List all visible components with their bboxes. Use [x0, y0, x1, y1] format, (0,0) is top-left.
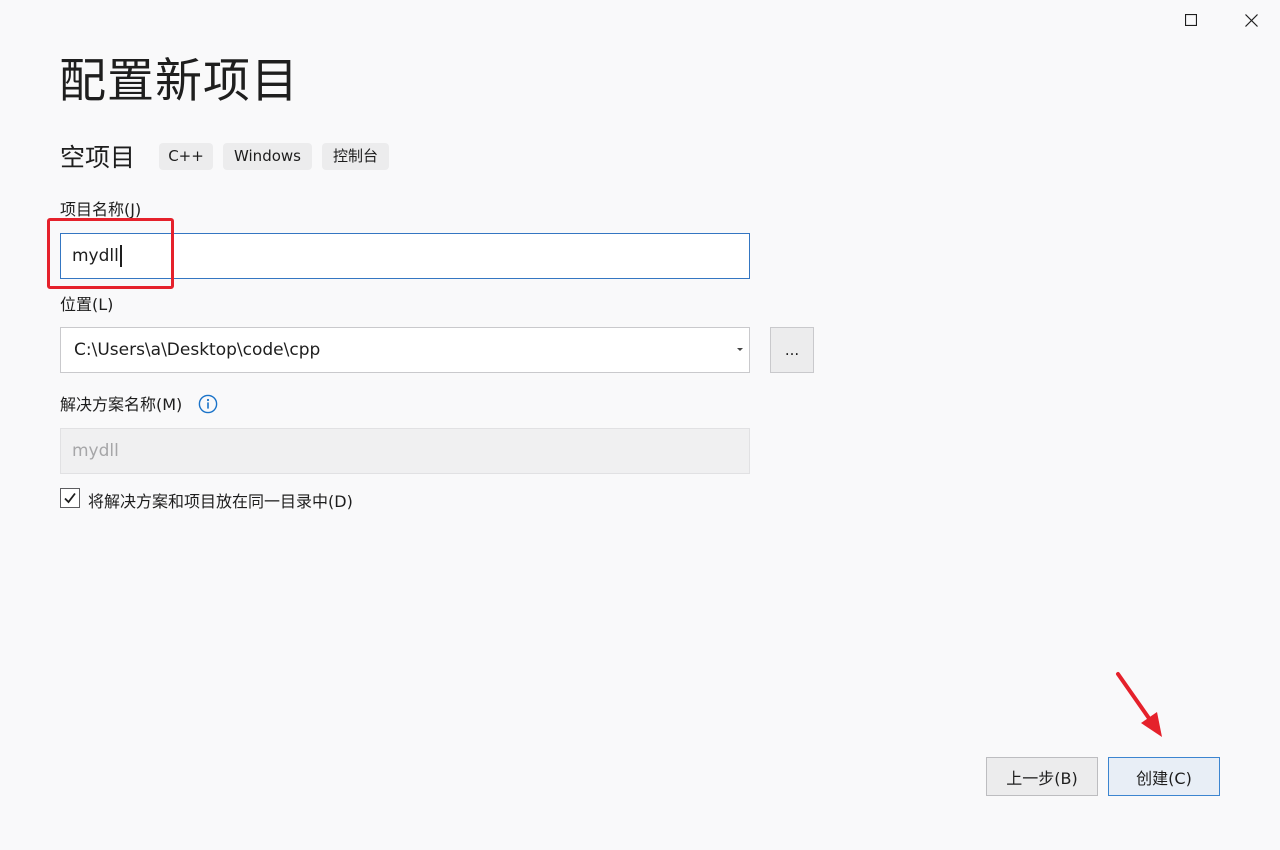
solution-name-label: 解决方案名称(M) [60, 395, 183, 414]
maximize-icon [1185, 14, 1197, 26]
location-label: 位置(L) [60, 295, 114, 314]
dropdown-arrow-icon[interactable] [737, 348, 743, 351]
maximize-button[interactable] [1168, 0, 1214, 40]
tag-cpp: C++ [159, 143, 213, 170]
tag-windows: Windows [223, 143, 312, 170]
info-icon[interactable] [198, 394, 218, 414]
location-value: C:\Users\a\Desktop\code\cpp [74, 340, 321, 360]
template-name: 空项目 [60, 143, 136, 172]
checkmark-icon [64, 492, 76, 504]
solution-name-input: mydll [60, 428, 750, 474]
browse-button[interactable]: ... [770, 327, 814, 373]
highlight-annotation [47, 218, 174, 289]
back-button[interactable]: 上一步(B) [986, 757, 1098, 796]
create-button[interactable]: 创建(C) [1108, 757, 1220, 796]
close-button[interactable] [1228, 0, 1274, 40]
arrow-annotation-icon [1116, 672, 1162, 737]
close-icon [1244, 13, 1258, 27]
page-title: 配置新项目 [59, 54, 299, 109]
same-directory-checkbox[interactable] [60, 488, 80, 508]
tag-console: 控制台 [322, 143, 389, 170]
same-directory-label[interactable]: 将解决方案和项目放在同一目录中(D) [88, 491, 353, 513]
location-combobox[interactable]: C:\Users\a\Desktop\code\cpp [60, 327, 750, 373]
